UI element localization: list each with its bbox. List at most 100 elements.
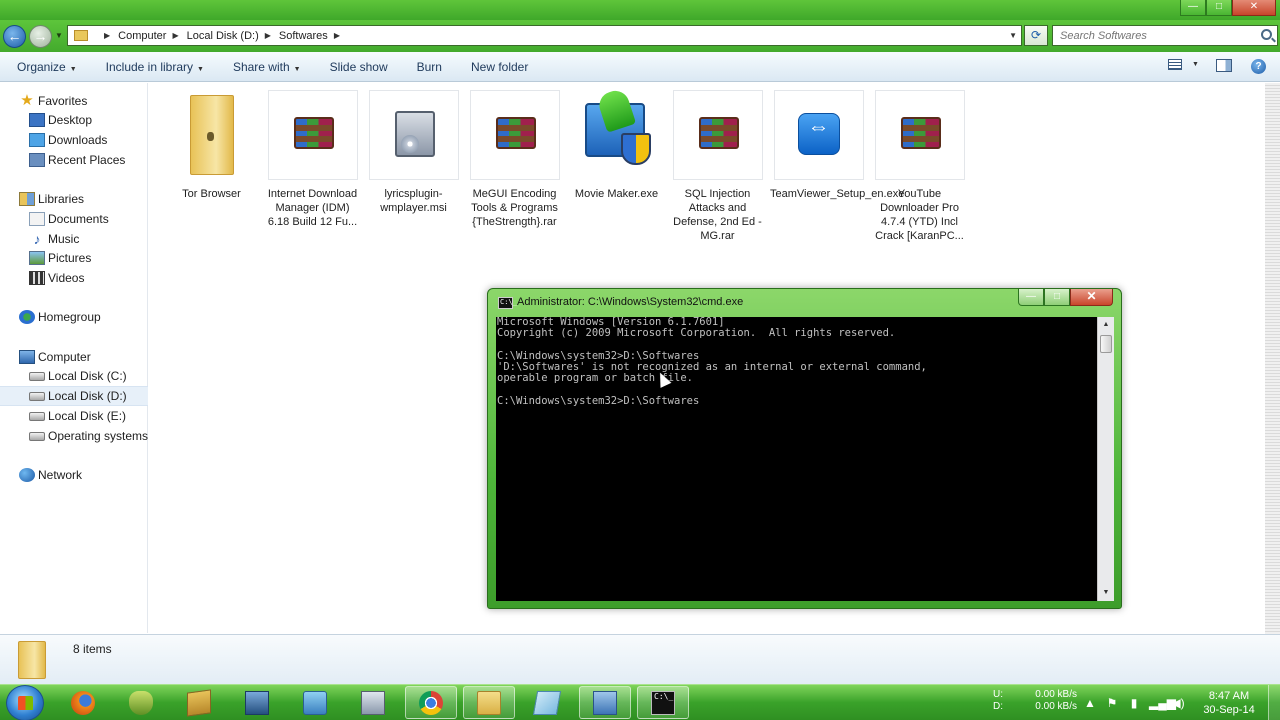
nav-item-local-disk-e[interactable]: Local Disk (E:): [0, 406, 148, 426]
share-with-button[interactable]: Share with ▼: [233, 60, 301, 74]
taskbar-app[interactable]: [347, 686, 399, 719]
taskbar-app[interactable]: [115, 686, 167, 719]
search-box[interactable]: [1052, 25, 1278, 46]
cmd-window[interactable]: C:\_ Administrator: C:\Windows\System32\…: [487, 288, 1122, 609]
action-center-flag-icon[interactable]: ⚑: [1105, 696, 1119, 710]
burn-button[interactable]: Burn: [417, 60, 442, 74]
taskbar-remote-desktop[interactable]: [579, 686, 631, 719]
show-desktop-button[interactable]: [1268, 685, 1280, 720]
nav-item-recent-places[interactable]: Recent Places: [0, 150, 148, 170]
nav-item-music[interactable]: ♪ Music: [0, 229, 148, 249]
nav-item-operating-systems[interactable]: Operating systems (: [0, 426, 148, 446]
nav-item-documents[interactable]: Documents: [0, 209, 148, 229]
file-item[interactable]: Internet Download Manager (IDM) 6.18 Bui…: [262, 90, 363, 229]
navigation-pane: ★ Favorites Desktop Downloads Recent Plac…: [0, 83, 148, 633]
forward-button[interactable]: →: [29, 25, 52, 48]
file-thumbnail[interactable]: [672, 90, 763, 180]
file-thumbnail[interactable]: [166, 90, 257, 180]
nav-item-pictures[interactable]: Pictures: [0, 248, 148, 268]
taskbar-clock[interactable]: 8:47 AM 30-Sep-14: [1198, 689, 1260, 717]
taskbar-notepad[interactable]: [521, 686, 573, 719]
breadcrumb-computer[interactable]: Computer: [118, 30, 166, 42]
taskbar-network-app[interactable]: [231, 686, 283, 719]
nav-homegroup[interactable]: Homegroup: [0, 307, 148, 327]
cmd-close-button[interactable]: ✕: [1070, 289, 1113, 306]
start-button[interactable]: [6, 685, 44, 720]
volume-icon[interactable]: ◀): [1171, 696, 1185, 710]
nav-item-local-disk-c[interactable]: Local Disk (C:): [0, 366, 148, 386]
help-button[interactable]: ?: [1251, 59, 1266, 74]
file-thumbnail[interactable]: [469, 90, 560, 180]
vertical-scrollbar[interactable]: [1265, 83, 1280, 634]
file-item[interactable]: YouTube Downloader Pro 4.7.4 (YTD) Incl …: [869, 90, 970, 243]
file-item[interactable]: SQL Injection Attacks and Defense, 2nd E…: [667, 90, 768, 243]
file-item[interactable]: MeGUI Encoding Tools & Programs {TheStre…: [464, 90, 565, 229]
nav-libraries[interactable]: Libraries: [0, 189, 148, 209]
console-output[interactable]: Microsoft Windows [Version 6.1.7601] Cop…: [496, 317, 1097, 601]
file-item[interactable]: Tor Browser: [161, 90, 262, 201]
change-view-button[interactable]: ▼: [1168, 59, 1199, 70]
nav-item-desktop[interactable]: Desktop: [0, 110, 148, 130]
nav-item-videos[interactable]: Videos: [0, 268, 148, 288]
file-thumbnail[interactable]: [874, 90, 965, 180]
minimize-button[interactable]: —: [1180, 0, 1206, 16]
breadcrumb-local-disk-d[interactable]: Local Disk (D:): [187, 30, 259, 42]
nav-item-downloads[interactable]: Downloads: [0, 130, 148, 150]
nav-favorites[interactable]: ★ Favorites: [0, 91, 148, 111]
cmd-icon[interactable]: C:\_: [498, 297, 517, 309]
scroll-thumb[interactable]: [1100, 335, 1112, 353]
file-item[interactable]: lyricsplugin-wmplayer.msi: [363, 90, 464, 215]
chevron-right-icon[interactable]: ▶: [172, 31, 178, 40]
file-name: Tor Browser: [182, 188, 241, 200]
organize-button[interactable]: Organize ▼: [17, 60, 77, 74]
taskbar-app[interactable]: [173, 686, 225, 719]
chevron-right-icon[interactable]: ▶: [265, 31, 271, 40]
uac-shield-icon: [620, 133, 651, 165]
search-icon[interactable]: [1261, 29, 1272, 40]
taskbar-app[interactable]: [289, 686, 341, 719]
scroll-up-icon[interactable]: ▲: [1098, 317, 1114, 333]
taskbar-chrome[interactable]: [405, 686, 457, 719]
cmd-maximize-button[interactable]: □: [1044, 289, 1070, 306]
firefox-icon: [71, 690, 95, 715]
cmd-minimize-button[interactable]: —: [1018, 289, 1044, 306]
preview-pane-button[interactable]: [1216, 59, 1232, 72]
taskbar-explorer[interactable]: [463, 686, 515, 719]
file-item[interactable]: TeamViewer_Setup_en.exe: [768, 90, 904, 201]
chevron-down-icon[interactable]: ▼: [1009, 31, 1017, 40]
taskbar-cmd[interactable]: C:\_: [637, 686, 689, 719]
battery-icon[interactable]: ▮: [1127, 696, 1141, 710]
file-thumbnail[interactable]: [571, 87, 662, 180]
show-hidden-icons-button[interactable]: ▲: [1083, 696, 1097, 710]
item-count: 8 items: [73, 642, 112, 656]
new-folder-button[interactable]: New folder: [471, 60, 528, 74]
breadcrumb[interactable]: ▶ Computer ▶ Local Disk (D:) ▶ Softwares…: [67, 25, 1022, 46]
chevron-right-icon[interactable]: ▶: [334, 31, 340, 40]
refresh-button[interactable]: ⟳: [1024, 25, 1048, 46]
file-thumbnail[interactable]: [773, 90, 864, 180]
chevron-down-icon[interactable]: ▼: [1192, 61, 1199, 68]
scroll-down-icon[interactable]: ▼: [1098, 585, 1114, 601]
slide-show-button[interactable]: Slide show: [330, 60, 388, 74]
file-item[interactable]: Movie Maker.exe: [566, 87, 667, 201]
file-name: SQL Injection Attacks and Defense, 2nd E…: [673, 188, 762, 242]
recent-pages-button[interactable]: ▼: [55, 31, 63, 40]
app-icon: [187, 688, 211, 717]
nav-item-local-disk-d[interactable]: Local Disk (D:): [0, 386, 148, 406]
maximize-button[interactable]: □: [1206, 0, 1232, 16]
search-input[interactable]: [1053, 26, 1253, 45]
cmd-scrollbar[interactable]: ▲ ▼: [1097, 317, 1114, 601]
chevron-right-icon[interactable]: ▶: [104, 31, 110, 40]
file-thumbnail[interactable]: [368, 90, 459, 180]
back-button[interactable]: ←: [3, 25, 26, 48]
explorer-title-bar[interactable]: — □ ✕: [0, 0, 1280, 20]
close-button[interactable]: ✕: [1232, 0, 1276, 16]
nav-computer[interactable]: Computer: [0, 347, 148, 367]
include-in-library-button[interactable]: Include in library ▼: [106, 60, 204, 74]
nav-network[interactable]: Network: [0, 465, 148, 485]
network-signal-icon[interactable]: ▂▄▆: [1149, 696, 1176, 710]
taskbar-firefox[interactable]: [57, 686, 109, 719]
file-thumbnail[interactable]: [267, 90, 358, 180]
breadcrumb-softwares[interactable]: Softwares: [279, 30, 328, 42]
console-input-line[interactable]: C:\Windows\system32>D:\Softwares: [496, 395, 1097, 407]
